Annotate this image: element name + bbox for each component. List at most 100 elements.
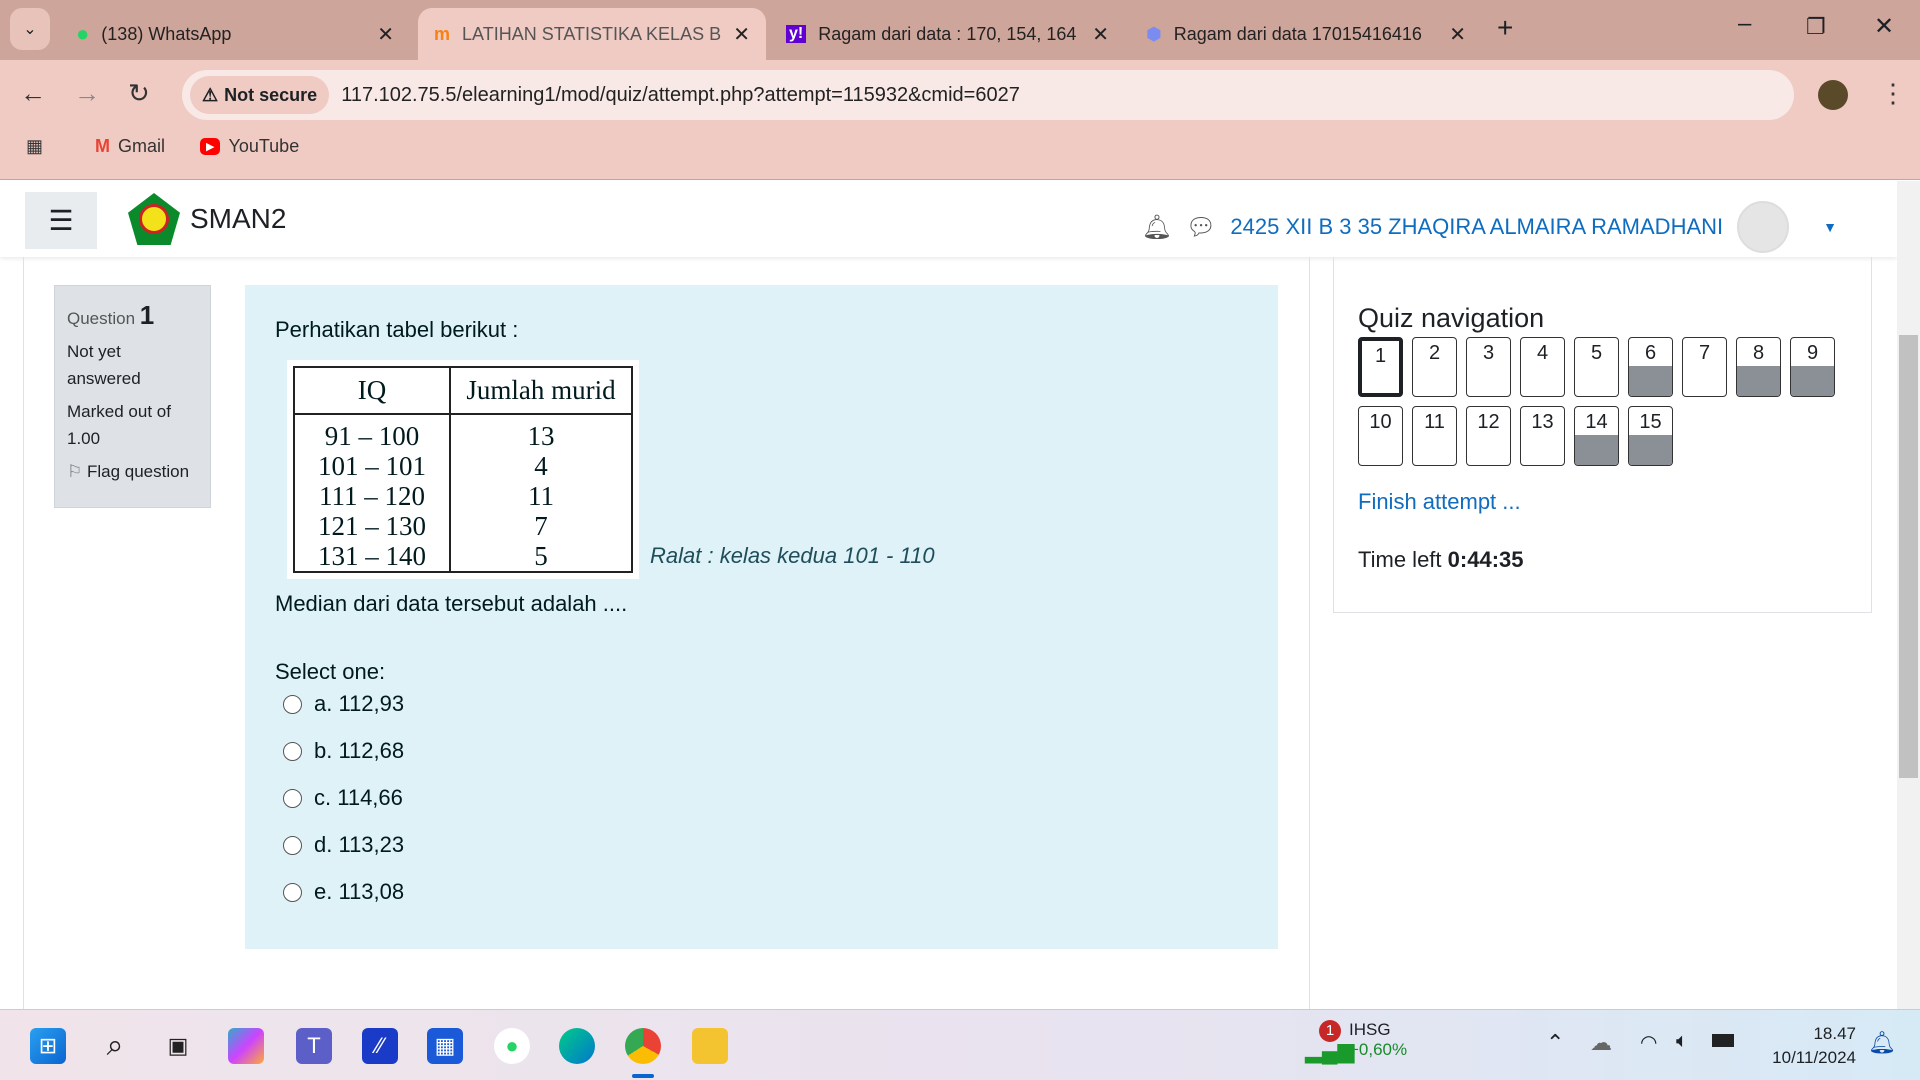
battery-icon[interactable]: [1712, 1034, 1734, 1047]
apps-grid-icon[interactable]: ▦: [26, 136, 43, 157]
option-label: a. 112,93: [314, 691, 405, 716]
quiz-nav-button-7[interactable]: 7: [1682, 337, 1727, 397]
radio-button[interactable]: [283, 835, 302, 855]
bookmark-youtube[interactable]: ▶ YouTube: [200, 136, 299, 157]
quiz-nav-button-2[interactable]: 2: [1412, 337, 1457, 397]
address-bar[interactable]: ⚠ Not secure 117.102.75.5/elearning1/mod/…: [182, 70, 1794, 120]
chat-icon[interactable]: 💬︎: [1186, 213, 1216, 242]
answer-option[interactable]: d. 113,23: [283, 832, 404, 858]
quiz-nav-button-10[interactable]: 10: [1358, 406, 1403, 466]
hamburger-menu-button[interactable]: ☰: [25, 192, 97, 249]
tab-strip: ⌄ ● (138) WhatsApp ✕ m LATIHAN STATISTIKA K…: [0, 0, 1920, 60]
minimize-button[interactable]: –: [1738, 10, 1751, 38]
table-row: 131 – 140 5: [293, 541, 633, 573]
bell-icon[interactable]: 🔔︎: [1141, 213, 1171, 242]
teams-icon[interactable]: T: [296, 1028, 332, 1064]
quiz-nav-button-3[interactable]: 3: [1466, 337, 1511, 397]
finish-attempt-link[interactable]: Finish attempt ...: [1358, 489, 1521, 515]
frequency-table: IQ Jumlah murid 91 – 100 13 101 – 101 4 111 –…: [293, 366, 633, 573]
moodle-icon: m: [434, 23, 451, 44]
yahoo-icon: y!: [786, 25, 807, 43]
answered-indicator: [1737, 366, 1780, 396]
quiz-nav-button-5[interactable]: 5: [1574, 337, 1619, 397]
quiz-nav-button-9[interactable]: 9: [1790, 337, 1835, 397]
search-icon[interactable]: ⌕: [97, 1028, 133, 1064]
quiz-nav-button-13[interactable]: 13: [1520, 406, 1565, 466]
app-icon[interactable]: ⁄⁄: [362, 1028, 398, 1064]
menu-kebab-icon[interactable]: ⋮: [1880, 78, 1906, 109]
copilot-icon[interactable]: [228, 1028, 264, 1064]
radio-button[interactable]: [283, 741, 302, 761]
profile-avatar[interactable]: [1818, 80, 1848, 110]
answer-option[interactable]: c. 114,66: [283, 785, 403, 811]
stock-widget[interactable]: ▂▄▆ 1 IHSG +0,60%: [1305, 1020, 1407, 1068]
quiz-nav-button-4[interactable]: 4: [1520, 337, 1565, 397]
task-view-icon[interactable]: ▣: [160, 1028, 196, 1064]
security-chip[interactable]: ⚠ Not secure: [190, 76, 330, 114]
answered-indicator: [1791, 366, 1834, 396]
bookmark-gmail[interactable]: M Gmail: [95, 136, 165, 157]
quiz-nav-button-8[interactable]: 8: [1736, 337, 1781, 397]
chrome-icon[interactable]: [625, 1028, 661, 1064]
radio-button[interactable]: [283, 882, 302, 902]
gem-icon: ⬢: [1146, 23, 1162, 44]
windows-start-icon[interactable]: ⊞: [30, 1028, 66, 1064]
back-button[interactable]: ←: [20, 78, 46, 109]
wifi-icon[interactable]: ◠: [1640, 1030, 1657, 1055]
close-icon[interactable]: ✕: [1449, 22, 1466, 47]
clock[interactable]: 18.47 10/11/2024: [1772, 1022, 1856, 1070]
restore-button[interactable]: ❐: [1806, 14, 1826, 40]
tab-yahoo[interactable]: y! Ragam dari data : 170, 154, 164 ✕: [770, 8, 1125, 60]
table-cell: 4: [449, 451, 633, 481]
file-explorer-icon[interactable]: [692, 1028, 728, 1064]
notification-badge: 1: [1319, 1020, 1341, 1042]
table-row: 111 – 120 11: [293, 481, 633, 511]
table-cell: 101 – 101: [293, 451, 451, 481]
quiz-nav-button-12[interactable]: 12: [1466, 406, 1511, 466]
tab-search-button[interactable]: ⌄: [10, 8, 50, 50]
close-icon[interactable]: ✕: [733, 22, 750, 47]
tab-latihan[interactable]: m LATIHAN STATISTIKA KELAS B (✕: [418, 8, 766, 60]
option-label: b. 112,68: [314, 738, 405, 763]
question-prompt: Median dari data tersebut adalah ....: [275, 591, 628, 616]
flag-question-link[interactable]: ⚐ Flag question: [67, 458, 198, 485]
show-hidden-icons[interactable]: ⌃: [1546, 1030, 1564, 1056]
user-menu[interactable]: 🔔︎ 💬︎ 2425 XII B 3 35 ZHAQIRA ALMAIRA RA…: [1141, 201, 1837, 253]
url-text[interactable]: 117.102.75.5/elearning1/mod/quiz/attempt…: [341, 84, 1020, 107]
notification-bell-icon[interactable]: 🔔︎: [1868, 1030, 1896, 1056]
whatsapp-icon[interactable]: ●: [494, 1028, 530, 1064]
onedrive-icon[interactable]: ☁: [1590, 1030, 1612, 1056]
chevron-down-icon[interactable]: ▼: [1823, 219, 1837, 235]
quiz-nav-button-1[interactable]: 1: [1358, 337, 1403, 397]
answer-option[interactable]: e. 113,08: [283, 879, 404, 905]
forward-button[interactable]: →: [74, 78, 100, 109]
divider: [23, 257, 24, 1009]
answer-option[interactable]: a. 112,93: [283, 691, 404, 717]
table-cell: 111 – 120: [293, 481, 451, 511]
reload-button[interactable]: ↻: [128, 78, 150, 109]
close-icon[interactable]: ✕: [377, 22, 394, 47]
volume-icon[interactable]: 🔈︎: [1676, 1030, 1688, 1053]
warning-icon: ⚠: [202, 84, 219, 105]
tab-whatsapp[interactable]: ● (138) WhatsApp ✕: [60, 8, 410, 60]
option-label: c. 114,66: [314, 785, 403, 810]
table-cell: 7: [449, 511, 633, 541]
quiz-nav-button-15[interactable]: 15: [1628, 406, 1673, 466]
answer-option[interactable]: b. 112,68: [283, 738, 404, 764]
close-icon[interactable]: ✕: [1092, 22, 1109, 47]
option-label: e. 113,08: [314, 879, 405, 904]
radio-button[interactable]: [283, 694, 302, 714]
scrollbar-thumb[interactable]: [1899, 335, 1918, 778]
radio-button[interactable]: [283, 788, 302, 808]
quiz-nav-button-14[interactable]: 14: [1574, 406, 1619, 466]
edge-icon[interactable]: [559, 1028, 595, 1064]
quiz-navigation-block: Quiz navigation 1 2 3 4 5 6 7 8 9 10 11 12 13 14 15 Fi…: [1333, 257, 1872, 613]
new-tab-button[interactable]: +: [1497, 12, 1513, 44]
quiz-nav-button-6[interactable]: 6: [1628, 337, 1673, 397]
quiz-nav-button-11[interactable]: 11: [1412, 406, 1457, 466]
site-brand[interactable]: SMAN2: [128, 193, 286, 245]
store-icon[interactable]: ▦: [427, 1028, 463, 1064]
table-row: 91 – 100 13: [293, 414, 633, 451]
tab-gem[interactable]: ⬢ Ragam dari data 17015416416 ✕: [1130, 8, 1482, 60]
close-window-button[interactable]: ✕: [1874, 12, 1894, 41]
